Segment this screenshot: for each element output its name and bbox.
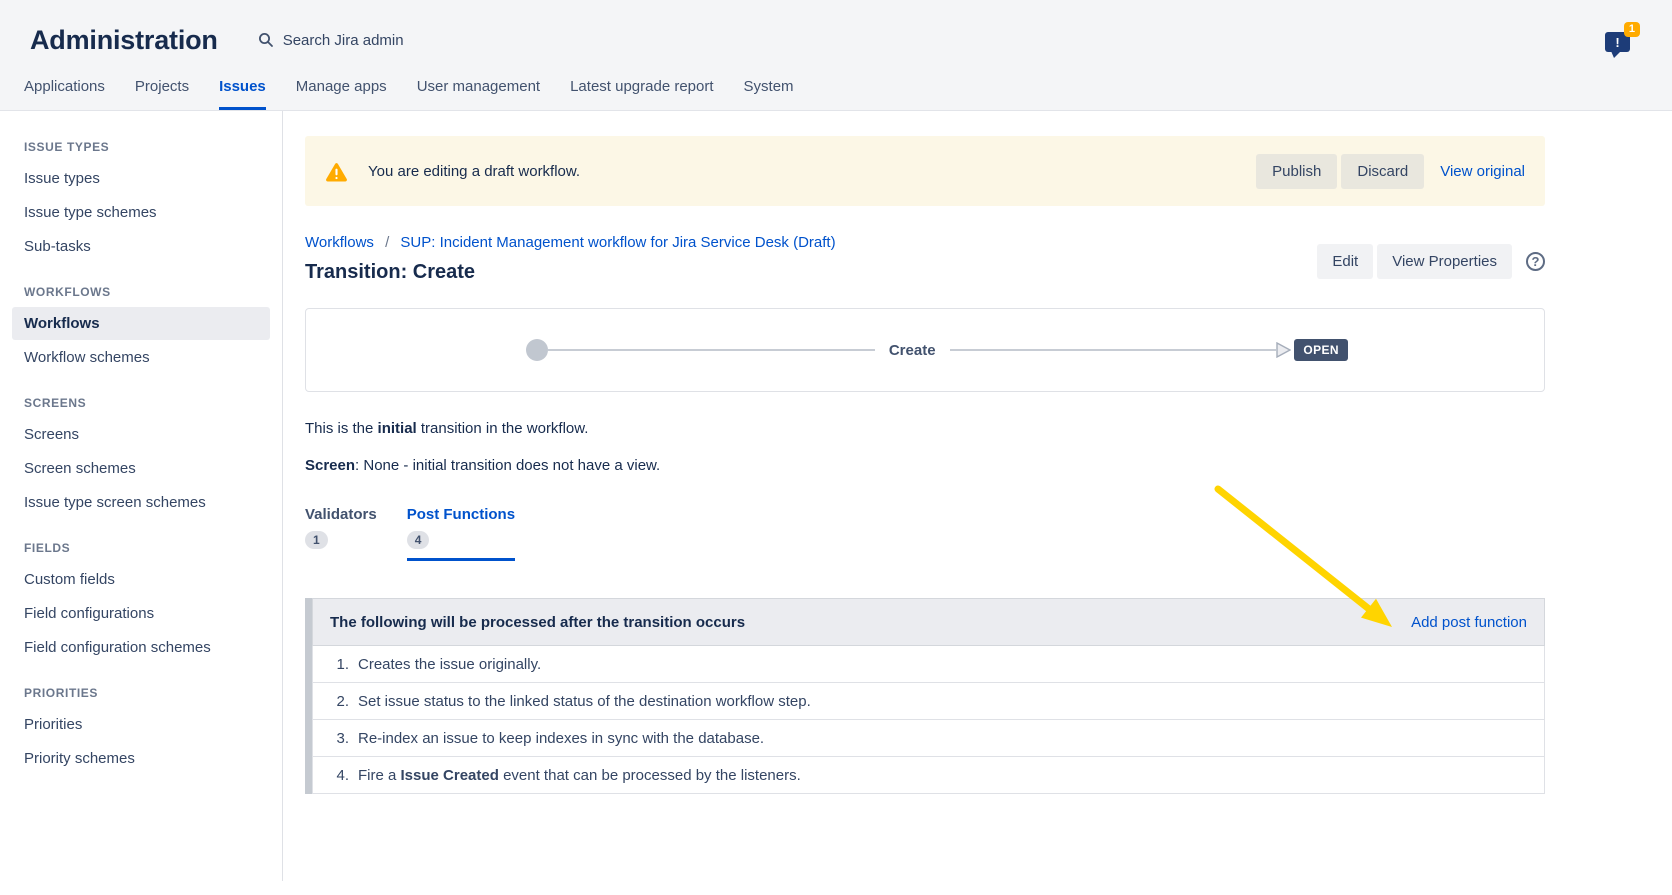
view-properties-button[interactable]: View Properties [1377, 244, 1512, 279]
post-function-list: 1. Creates the issue originally. 2. Set iss… [312, 646, 1545, 794]
post-function-number: 2. [322, 693, 349, 710]
post-function-number: 4. [322, 767, 349, 784]
post-function-description: Creates the issue originally. [358, 656, 541, 673]
nav-item-system[interactable]: System [744, 70, 794, 110]
sidebar-section-heading-workflows: WORKFLOWS [0, 264, 282, 306]
initial-transition-text: This is the initial transition in the wo… [305, 420, 1545, 437]
nav-item-user-management[interactable]: User management [417, 70, 540, 110]
banner-message: You are editing a draft workflow. [368, 163, 580, 180]
post-functions-table: The following will be processed after th… [305, 598, 1545, 794]
nav-item-issues[interactable]: Issues [219, 70, 266, 110]
transition-edge-line [548, 349, 875, 351]
edit-button[interactable]: Edit [1317, 244, 1373, 279]
main-content: You are editing a draft workflow. Publis… [283, 111, 1672, 881]
sidebar-item-issue-type-screen-schemes[interactable]: Issue type screen schemes [0, 486, 282, 519]
nav-item-manage-apps[interactable]: Manage apps [296, 70, 387, 110]
sidebar-item-custom-fields[interactable]: Custom fields [0, 563, 282, 596]
status-badge: OPEN [1294, 339, 1348, 361]
transition-tabs: Validators 1 Post Functions 4 [305, 506, 1545, 561]
sidebar-section-heading-priorities: PRIORITIES [0, 665, 282, 707]
search-input[interactable] [281, 31, 511, 50]
post-function-description: Re-index an issue to keep indexes in syn… [358, 730, 764, 747]
post-function-row: 3. Re-index an issue to keep indexes in s… [312, 720, 1545, 757]
transition-label: Create [875, 342, 950, 359]
breadcrumb-separator: / [385, 234, 389, 251]
admin-header: Administration ! 1 Applications Projects I… [0, 0, 1672, 111]
add-post-function-link[interactable]: Add post function [1411, 614, 1527, 631]
sidebar-item-field-configurations[interactable]: Field configurations [0, 597, 282, 630]
nav-item-applications[interactable]: Applications [24, 70, 105, 110]
warning-triangle-icon [325, 161, 348, 182]
post-function-number: 1. [322, 656, 349, 673]
sidebar: ISSUE TYPESIssue typesIssue type schemes… [0, 111, 283, 881]
sidebar-item-field-configuration-schemes[interactable]: Field configuration schemes [0, 631, 282, 664]
notification-button[interactable]: ! 1 [1602, 22, 1642, 58]
arrowhead-icon [1276, 342, 1291, 358]
sidebar-item-issue-types[interactable]: Issue types [0, 162, 282, 195]
page-heading: Administration [30, 25, 218, 56]
sidebar-item-screens[interactable]: Screens [0, 418, 282, 451]
sidebar-section-heading-fields: FIELDS [0, 520, 282, 562]
tab-validators[interactable]: Validators 1 [305, 506, 377, 561]
sidebar-item-workflow-schemes[interactable]: Workflow schemes [0, 341, 282, 374]
sidebar-section-heading-issue-types: ISSUE TYPES [0, 119, 282, 161]
sidebar-item-issue-type-schemes[interactable]: Issue type schemes [0, 196, 282, 229]
sidebar-item-screen-schemes[interactable]: Screen schemes [0, 452, 282, 485]
sidebar-item-workflows[interactable]: Workflows [12, 307, 270, 340]
tab-post-functions[interactable]: Post Functions 4 [407, 506, 515, 561]
notification-count-badge: 1 [1624, 22, 1640, 37]
transition-diagram: Create OPEN [305, 308, 1545, 392]
nav-item-projects[interactable]: Projects [135, 70, 189, 110]
post-functions-table-header: The following will be processed after th… [312, 598, 1545, 646]
page-title: Transition: Create [305, 261, 836, 284]
top-nav: Applications Projects Issues Manage apps Use… [0, 70, 1672, 110]
breadcrumb-workflows-link[interactable]: Workflows [305, 234, 374, 251]
view-original-link[interactable]: View original [1440, 163, 1525, 180]
admin-search[interactable] [258, 31, 511, 50]
post-function-description: Fire a Issue Created event that can be p… [358, 767, 801, 784]
sidebar-item-priority-schemes[interactable]: Priority schemes [0, 742, 282, 775]
search-icon [258, 32, 274, 48]
post-function-description: Set issue status to the linked status of… [358, 693, 811, 710]
post-function-row: 2. Set issue status to the linked status … [312, 683, 1545, 720]
nav-item-latest-upgrade-report[interactable]: Latest upgrade report [570, 70, 713, 110]
initial-node-circle-icon [526, 339, 548, 361]
publish-button[interactable]: Publish [1256, 154, 1337, 189]
breadcrumb-current-link[interactable]: SUP: Incident Management workflow for Ji… [400, 234, 835, 251]
transition-edge-line [950, 349, 1277, 351]
validators-count-badge: 1 [305, 531, 328, 549]
draft-warning-banner: You are editing a draft workflow. Publis… [305, 136, 1545, 206]
post-functions-count-badge: 4 [407, 531, 430, 549]
screen-info-text: Screen: None - initial transition does n… [305, 457, 1545, 474]
post-function-number: 3. [322, 730, 349, 747]
post-function-row: 4. Fire a Issue Created event that can be… [312, 757, 1545, 794]
discard-button[interactable]: Discard [1341, 154, 1424, 189]
sidebar-section-heading-screens: SCREENS [0, 375, 282, 417]
sidebar-item-sub-tasks[interactable]: Sub-tasks [0, 230, 282, 263]
breadcrumb: Workflows / SUP: Incident Management wor… [305, 234, 836, 251]
post-functions-header-text: The following will be processed after th… [330, 614, 745, 631]
sidebar-item-priorities[interactable]: Priorities [0, 708, 282, 741]
post-function-row: 1. Creates the issue originally. [312, 646, 1545, 683]
question-mark-circle-icon[interactable]: ? [1526, 252, 1545, 271]
